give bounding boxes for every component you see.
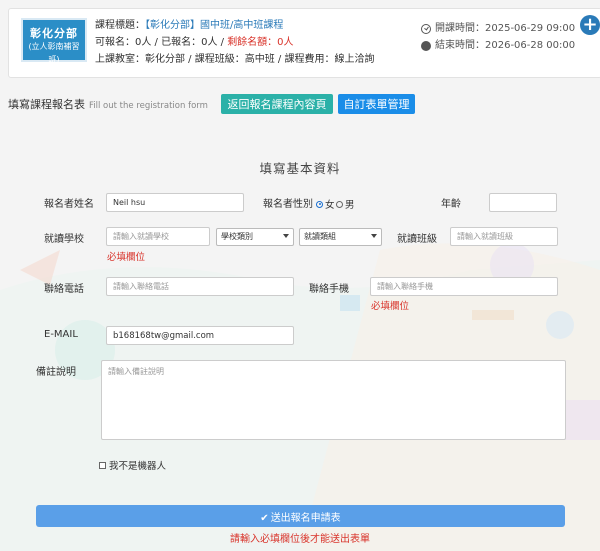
submit-label: 送出報名申請表 [270,512,341,524]
end-time-row: 結束時間：2026-06-28 00:00 [421,37,575,54]
school-label: 就讀學校 [44,234,84,245]
submit-registration-button[interactable]: ✔ 送出報名申請表 [36,505,565,527]
checkbox-icon [99,461,106,469]
venue-info: 上課教室：彰化分部 / 課程班級：高中班 / 課程費用：線上洽詢 [95,54,375,65]
end-time: 結束時間：2026-06-28 00:00 [435,40,576,51]
note-textarea[interactable] [101,360,566,440]
start-time: 開課時間：2025-06-29 09:00 [435,23,576,34]
email-label: E-MAIL [44,329,78,340]
form-heading-subtitle: Fill out the registration form [89,101,208,111]
clock-icon [421,23,431,34]
gender-female-radio[interactable]: 女 [316,197,335,211]
course-summary-card: 彰化分部 (立人彰南補習班) 課程標題：【彰化分部】國中班/高中班課程 可報名：… [8,8,600,78]
gender-label: 報名者性別 [263,199,313,210]
not-robot-label: 我不是機器人 [109,461,167,472]
check-icon: ✔ [260,512,269,524]
phone-field[interactable] [106,277,294,296]
class-field[interactable] [450,227,558,246]
end-flag-icon [421,40,431,51]
school-field[interactable] [106,227,210,246]
logo-line-1: 彰化分部 [30,27,78,40]
back-to-course-button[interactable]: 返回報名課程內容頁 [221,94,333,114]
radio-empty-icon [336,200,343,208]
chevron-down-icon [283,234,289,238]
course-title-row: 課程標題：【彰化分部】國中班/高中班課程 [95,17,374,34]
age-label: 年齡 [441,199,461,210]
school-required-hint: 必填欄位 [107,252,146,263]
email-field[interactable] [106,326,294,345]
submit-warning: 請輸入必填欄位後才能送出表單 [230,534,370,545]
gender-male-label: 男 [345,200,355,211]
form-heading: 填寫課程報名表 Fill out the registration form [8,96,208,112]
gender-female-label: 女 [325,200,335,211]
plus-icon[interactable]: + [580,15,600,35]
course-times: 開課時間：2025-06-29 09:00 結束時間：2026-06-28 00… [421,20,575,54]
logo-line-2: (立人彰南補習班) [28,42,80,64]
gender-male-radio[interactable]: 男 [336,197,355,211]
phone-label: 聯絡電話 [44,284,84,295]
start-time-row: 開課時間：2025-06-29 09:00 [421,20,575,37]
course-info: 課程標題：【彰化分部】國中班/高中班課程 可報名：0人 / 已報名：0人 / 剩… [95,17,374,68]
branch-logo: 彰化分部 (立人彰南補習班) [21,18,87,64]
school-group-select[interactable]: 就讀類組 [299,228,382,246]
remaining-seats: 剩餘名額：0人 [227,37,294,48]
school-type-select[interactable]: 學校類別 [216,228,294,246]
chevron-down-icon [371,234,377,238]
name-label: 報名者姓名 [44,199,94,210]
school-group-value: 就讀類組 [304,232,336,241]
class-label: 就讀班級 [397,234,437,245]
mobile-field[interactable] [370,277,558,296]
name-field[interactable] [106,193,244,212]
form-heading-title: 填寫課程報名表 [8,98,85,111]
course-title-label: 課程標題： [95,20,145,31]
note-label: 備註說明 [36,367,76,378]
school-type-value: 學校類別 [221,232,253,241]
not-robot-checkbox[interactable]: 我不是機器人 [99,458,166,472]
custom-form-manage-button[interactable]: 自訂表單管理 [338,94,415,114]
course-title-link[interactable]: 【彰化分部】國中班/高中班課程 [145,20,283,31]
mobile-required-hint: 必填欄位 [371,301,410,312]
form-section-title: 填寫基本資料 [259,161,341,176]
enroll-count: 可報名：0人 / 已報名：0人 / [95,37,224,48]
enroll-count-row: 可報名：0人 / 已報名：0人 / 剩餘名額：0人 [95,34,374,51]
radio-selected-icon [316,200,323,208]
mobile-label: 聯絡手機 [309,284,349,295]
age-field[interactable] [489,193,557,212]
